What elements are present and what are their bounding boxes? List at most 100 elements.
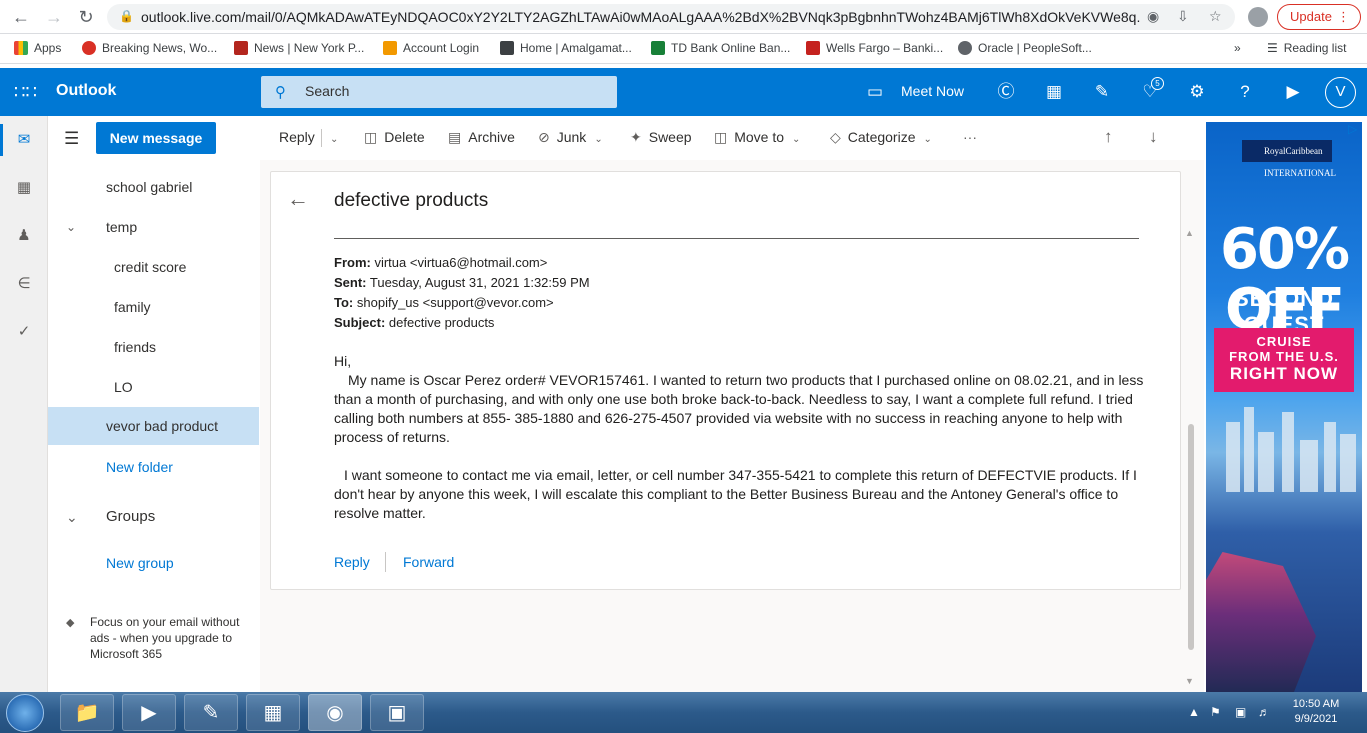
- hamburger-menu-icon[interactable]: ☰: [64, 129, 79, 149]
- url-text[interactable]: outlook.live.com/mail/0/AQMkADAwATEyNDQA…: [141, 9, 1141, 25]
- reload-icon[interactable]: ↻: [76, 7, 96, 27]
- profile-icon[interactable]: [1248, 7, 1268, 27]
- bookmark-wells-fargo[interactable]: Wells Fargo – Banki...: [806, 41, 943, 55]
- media-player-icon[interactable]: ▶: [122, 694, 176, 731]
- todo-check-icon[interactable]: ✓: [13, 321, 35, 343]
- from-value[interactable]: virtua <virtua6@hotmail.com>: [374, 255, 547, 270]
- volume-icon[interactable]: ♬: [1258, 705, 1270, 719]
- meta-subject: Subject: defective products: [334, 315, 494, 330]
- folder-lo[interactable]: LO: [48, 368, 259, 406]
- search-box[interactable]: ⚲: [261, 76, 617, 108]
- bookmark-oracle[interactable]: Oracle | PeopleSoft...: [958, 41, 1092, 55]
- new-folder-link[interactable]: New folder: [48, 448, 259, 486]
- office-icon[interactable]: ▦: [1042, 81, 1066, 103]
- archive-button[interactable]: ▤ Archive: [448, 129, 515, 146]
- system-clock[interactable]: 10:50 AM 9/9/2021: [1286, 697, 1346, 727]
- subject-value: defective products: [388, 315, 495, 330]
- chevron-down-icon[interactable]: ⌄: [792, 134, 800, 145]
- bookmark-breaking-news[interactable]: Breaking News, Wo...: [82, 41, 217, 55]
- file-explorer-icon[interactable]: 📁: [60, 694, 114, 731]
- more-actions-icon[interactable]: ···: [963, 129, 977, 145]
- bookmark-apps[interactable]: Apps: [14, 41, 61, 55]
- feedback-megaphone-icon[interactable]: ▶: [1281, 81, 1305, 103]
- chrome-icon[interactable]: ◉: [308, 694, 362, 731]
- bookmark-account-login[interactable]: Account Login: [383, 41, 479, 55]
- my-day-icon[interactable]: ✎: [1090, 81, 1114, 103]
- forward-link[interactable]: Forward: [403, 554, 454, 570]
- previous-arrow-icon[interactable]: ↑: [1104, 127, 1113, 147]
- back-icon[interactable]: ←: [11, 7, 31, 27]
- folder-friends[interactable]: friends: [48, 328, 259, 366]
- next-arrow-icon[interactable]: ↓: [1149, 127, 1158, 147]
- search-input[interactable]: [305, 83, 605, 99]
- news-icon: [82, 41, 96, 55]
- mail-icon[interactable]: ✉: [13, 129, 35, 151]
- new-group-link[interactable]: New group: [48, 544, 259, 582]
- calculator-icon[interactable]: ▦: [246, 694, 300, 731]
- scroll-up-icon[interactable]: ▲: [1185, 228, 1194, 238]
- help-icon[interactable]: ?: [1233, 81, 1257, 103]
- reading-scrollbar[interactable]: ▲ ▼: [1183, 228, 1197, 690]
- folder-family[interactable]: family: [48, 288, 259, 326]
- chevron-down-icon[interactable]: ⌄: [66, 208, 76, 246]
- network-computer-icon[interactable]: ▣: [370, 694, 424, 731]
- chevron-down-icon[interactable]: ⌄: [66, 498, 78, 536]
- video-icon[interactable]: ▭: [863, 81, 887, 103]
- eye-icon[interactable]: ◉: [1147, 8, 1159, 25]
- attachment-icon[interactable]: ∈: [13, 273, 35, 295]
- people-icon[interactable]: ♟: [13, 225, 35, 247]
- ad-info-icon[interactable]: ▷: [1348, 122, 1357, 136]
- scroll-thumb[interactable]: [1188, 424, 1194, 650]
- bookmark-amalgamated[interactable]: Home | Amalgamat...: [500, 41, 632, 55]
- reply-dropdown-chevron-icon[interactable]: ⌄: [330, 129, 338, 145]
- install-icon[interactable]: ⇩: [1177, 8, 1189, 25]
- skype-icon[interactable]: Ⓒ: [994, 81, 1018, 103]
- scroll-down-icon[interactable]: ▼: [1185, 676, 1194, 686]
- outlook-brand[interactable]: Outlook: [56, 82, 116, 100]
- bookmark-td-bank[interactable]: TD Bank Online Ban...: [651, 41, 790, 55]
- groups-header[interactable]: ⌄ Groups: [48, 498, 259, 536]
- ad-skyline: [1244, 407, 1254, 492]
- new-group-label: New group: [106, 555, 174, 571]
- paint-icon[interactable]: ✎: [184, 694, 238, 731]
- forward-icon[interactable]: →: [44, 7, 64, 27]
- action-center-flag-icon[interactable]: ⚑: [1210, 705, 1221, 719]
- reply-link[interactable]: Reply: [334, 554, 370, 570]
- folder-vevor-bad-product[interactable]: vevor bad product: [48, 407, 259, 445]
- back-arrow-icon[interactable]: ←: [287, 186, 309, 212]
- bookmark-nypost[interactable]: News | New York P...: [234, 41, 364, 55]
- move-to-button[interactable]: ◫ Move to ⌄: [714, 129, 800, 146]
- message-card: ← defective products From: virtua <virtu…: [270, 171, 1181, 590]
- bookmarks-bar: Apps Breaking News, Wo... News | New Yor…: [0, 34, 1367, 64]
- calendar-icon[interactable]: ▦: [13, 177, 35, 199]
- meet-now-button[interactable]: Meet Now: [901, 83, 964, 99]
- to-value[interactable]: shopify_us <support@vevor.com>: [357, 295, 554, 310]
- folder-school-gabriel[interactable]: school gabriel: [48, 168, 259, 206]
- chevron-down-icon[interactable]: ⌄: [594, 134, 602, 145]
- categorize-button[interactable]: ◇ Categorize ⌄: [830, 129, 932, 146]
- kebab-icon: ⋮: [1337, 9, 1350, 24]
- tray-expand-icon[interactable]: ▲: [1188, 705, 1200, 719]
- app-launcher-icon[interactable]: ∷∷: [14, 82, 37, 102]
- reading-list[interactable]: ☰ Reading list: [1267, 41, 1346, 55]
- avatar[interactable]: V: [1325, 77, 1356, 108]
- start-button[interactable]: [6, 694, 44, 732]
- ad-cta[interactable]: CRUISE FROM THE U.S. RIGHT NOW: [1214, 328, 1354, 392]
- app-rail: ✉ ▦ ♟ ∈ ✓: [0, 116, 48, 692]
- chevron-down-icon[interactable]: ⌄: [923, 134, 931, 145]
- settings-gear-icon[interactable]: ⚙: [1185, 81, 1209, 103]
- to-label: To:: [334, 295, 354, 310]
- folder-temp[interactable]: ⌄ temp: [48, 208, 259, 246]
- sweep-button[interactable]: ✦ Sweep: [630, 129, 692, 146]
- star-icon[interactable]: ☆: [1209, 8, 1222, 25]
- ad-banner[interactable]: ▷ RoyalCaribbean INTERNATIONAL 60% OFF S…: [1206, 122, 1362, 692]
- new-message-button[interactable]: New message: [96, 122, 216, 154]
- update-button[interactable]: Update ⋮: [1277, 4, 1361, 30]
- folder-credit-score[interactable]: credit score: [48, 248, 259, 286]
- bookmarks-overflow-icon[interactable]: »: [1234, 41, 1241, 55]
- network-icon[interactable]: ▣: [1235, 705, 1246, 719]
- junk-button[interactable]: ⊘ Junk ⌄: [538, 129, 603, 146]
- reply-command[interactable]: Reply: [279, 129, 315, 145]
- address-bar[interactable]: 🔒 outlook.live.com/mail/0/AQMkADAwATEyND…: [107, 4, 1235, 30]
- delete-button[interactable]: ◫ Delete: [364, 129, 425, 146]
